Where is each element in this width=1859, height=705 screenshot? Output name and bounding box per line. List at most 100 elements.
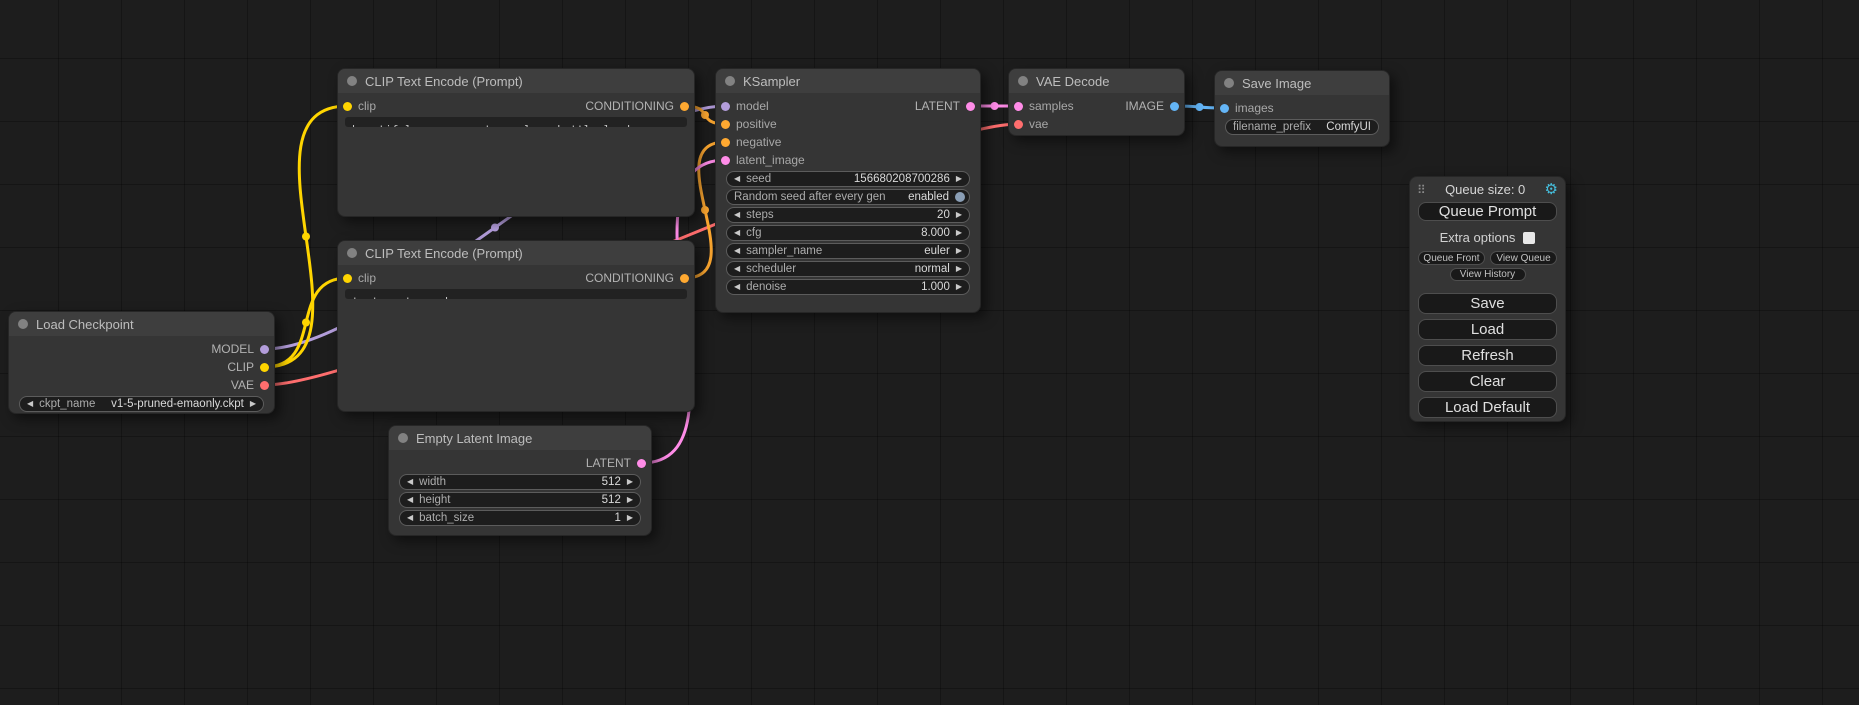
positive-prompt-textarea[interactable]: beautiful scenery nature glass bottle la…: [345, 117, 687, 127]
decrement-arrow-icon[interactable]: ◀: [407, 478, 413, 486]
filename-prefix-widget[interactable]: filename_prefix ComfyUI: [1225, 119, 1379, 135]
increment-arrow-icon[interactable]: ▶: [956, 211, 962, 219]
node-title-bar[interactable]: CLIP Text Encode (Prompt): [338, 69, 694, 93]
output-port-vae[interactable]: [260, 381, 269, 390]
widget-value: 512: [452, 476, 621, 488]
node-title-bar[interactable]: Load Checkpoint: [9, 312, 274, 336]
input-label-clip: clip: [358, 271, 376, 285]
clear-button[interactable]: Clear: [1418, 371, 1557, 392]
node-clip-text-encode-positive[interactable]: CLIP Text Encode (Prompt) clip CONDITION…: [337, 68, 695, 217]
output-port-latent[interactable]: [637, 459, 646, 468]
graph-canvas[interactable]: Load Checkpoint MODEL CLIP VAE ◀ ckpt_na…: [0, 0, 1859, 705]
output-port-conditioning[interactable]: [680, 102, 689, 111]
increment-arrow-icon[interactable]: ▶: [627, 514, 633, 522]
toggle-dot-icon[interactable]: [955, 192, 965, 202]
increment-arrow-icon[interactable]: ▶: [250, 400, 256, 408]
increment-arrow-icon[interactable]: ▶: [956, 265, 962, 273]
input-label-clip: clip: [358, 99, 376, 113]
save-button[interactable]: Save: [1418, 293, 1557, 314]
node-title-bar[interactable]: VAE Decode: [1009, 69, 1184, 93]
node-title-bar[interactable]: Save Image: [1215, 71, 1389, 95]
drag-handle-icon[interactable]: ⠿: [1417, 183, 1426, 197]
widget-value: ComfyUI: [1317, 121, 1371, 133]
scheduler-widget[interactable]: ◀ scheduler normal ▶: [726, 261, 970, 277]
width-widget[interactable]: ◀ width 512 ▶: [399, 474, 641, 490]
node-vae-decode[interactable]: VAE Decode IMAGE samples vae: [1008, 68, 1185, 136]
collapse-dot-icon[interactable]: [1018, 76, 1028, 86]
decrement-arrow-icon[interactable]: ◀: [734, 247, 740, 255]
collapse-dot-icon[interactable]: [725, 76, 735, 86]
negative-prompt-textarea[interactable]: text, watermark: [345, 289, 687, 299]
load-button[interactable]: Load: [1418, 319, 1557, 340]
collapse-dot-icon[interactable]: [398, 433, 408, 443]
output-port-clip[interactable]: [260, 363, 269, 372]
node-title-bar[interactable]: KSampler: [716, 69, 980, 93]
increment-arrow-icon[interactable]: ▶: [627, 496, 633, 504]
queue-front-button[interactable]: Queue Front: [1418, 251, 1485, 265]
decrement-arrow-icon[interactable]: ◀: [734, 265, 740, 273]
output-port-model[interactable]: [260, 345, 269, 354]
height-widget[interactable]: ◀ height 512 ▶: [399, 492, 641, 508]
collapse-dot-icon[interactable]: [347, 76, 357, 86]
input-port-samples[interactable]: [1014, 102, 1023, 111]
node-empty-latent-image[interactable]: Empty Latent Image LATENT ◀ width 512 ▶ …: [388, 425, 652, 536]
node-title-label: KSampler: [743, 74, 800, 89]
collapse-dot-icon[interactable]: [347, 248, 357, 258]
collapse-dot-icon[interactable]: [1224, 78, 1234, 88]
widget-value: v1-5-pruned-emaonly.ckpt: [101, 398, 243, 410]
output-port-conditioning[interactable]: [680, 274, 689, 283]
output-port-image[interactable]: [1170, 102, 1179, 111]
input-port-negative[interactable]: [721, 138, 730, 147]
denoise-widget[interactable]: ◀ denoise 1.000 ▶: [726, 279, 970, 295]
random-seed-toggle[interactable]: Random seed after every gen enabled: [726, 189, 970, 205]
input-port-clip[interactable]: [343, 274, 352, 283]
widget-label: ckpt_name: [39, 398, 95, 410]
node-clip-text-encode-negative[interactable]: CLIP Text Encode (Prompt) clip CONDITION…: [337, 240, 695, 412]
queue-panel[interactable]: ⠿ Queue size: 0 ⚙ Queue Prompt Extra opt…: [1409, 176, 1566, 422]
collapse-dot-icon[interactable]: [18, 319, 28, 329]
decrement-arrow-icon[interactable]: ◀: [407, 514, 413, 522]
queue-prompt-button[interactable]: Queue Prompt: [1418, 202, 1557, 221]
batch-size-widget[interactable]: ◀ batch_size 1 ▶: [399, 510, 641, 526]
input-port-vae[interactable]: [1014, 120, 1023, 129]
node-ksampler[interactable]: KSampler LATENT model positive negative …: [715, 68, 981, 313]
decrement-arrow-icon[interactable]: ◀: [407, 496, 413, 504]
node-title-bar[interactable]: CLIP Text Encode (Prompt): [338, 241, 694, 265]
settings-gear-icon[interactable]: ⚙: [1545, 182, 1558, 197]
output-label-latent: LATENT: [586, 456, 631, 470]
increment-arrow-icon[interactable]: ▶: [956, 283, 962, 291]
decrement-arrow-icon[interactable]: ◀: [734, 229, 740, 237]
input-port-positive[interactable]: [721, 120, 730, 129]
cfg-widget[interactable]: ◀ cfg 8.000 ▶: [726, 225, 970, 241]
output-port-latent[interactable]: [966, 102, 975, 111]
input-label-negative: negative: [736, 135, 781, 149]
widget-value: euler: [828, 245, 950, 257]
extra-options-checkbox[interactable]: [1523, 232, 1535, 244]
view-history-button[interactable]: View History: [1450, 268, 1526, 281]
node-title-label: Empty Latent Image: [416, 431, 532, 446]
slot-row: clip CONDITIONING: [338, 269, 694, 287]
increment-arrow-icon[interactable]: ▶: [956, 247, 962, 255]
increment-arrow-icon[interactable]: ▶: [956, 229, 962, 237]
ckpt-name-widget[interactable]: ◀ ckpt_name v1-5-pruned-emaonly.ckpt ▶: [19, 396, 264, 412]
input-port-latent-image[interactable]: [721, 156, 730, 165]
refresh-button[interactable]: Refresh: [1418, 345, 1557, 366]
seed-widget[interactable]: ◀ seed 156680208700286 ▶: [726, 171, 970, 187]
node-load-checkpoint[interactable]: Load Checkpoint MODEL CLIP VAE ◀ ckpt_na…: [8, 311, 275, 414]
load-default-button[interactable]: Load Default: [1418, 397, 1557, 418]
node-title-bar[interactable]: Empty Latent Image: [389, 426, 651, 450]
input-port-model[interactable]: [721, 102, 730, 111]
increment-arrow-icon[interactable]: ▶: [627, 478, 633, 486]
sampler-name-widget[interactable]: ◀ sampler_name euler ▶: [726, 243, 970, 259]
decrement-arrow-icon[interactable]: ◀: [27, 400, 33, 408]
decrement-arrow-icon[interactable]: ◀: [734, 175, 740, 183]
increment-arrow-icon[interactable]: ▶: [956, 175, 962, 183]
input-port-images[interactable]: [1220, 104, 1229, 113]
widget-label: seed: [746, 173, 771, 185]
steps-widget[interactable]: ◀ steps 20 ▶: [726, 207, 970, 223]
input-port-clip[interactable]: [343, 102, 352, 111]
decrement-arrow-icon[interactable]: ◀: [734, 283, 740, 291]
node-save-image[interactable]: Save Image images filename_prefix ComfyU…: [1214, 70, 1390, 147]
decrement-arrow-icon[interactable]: ◀: [734, 211, 740, 219]
view-queue-button[interactable]: View Queue: [1490, 251, 1557, 265]
